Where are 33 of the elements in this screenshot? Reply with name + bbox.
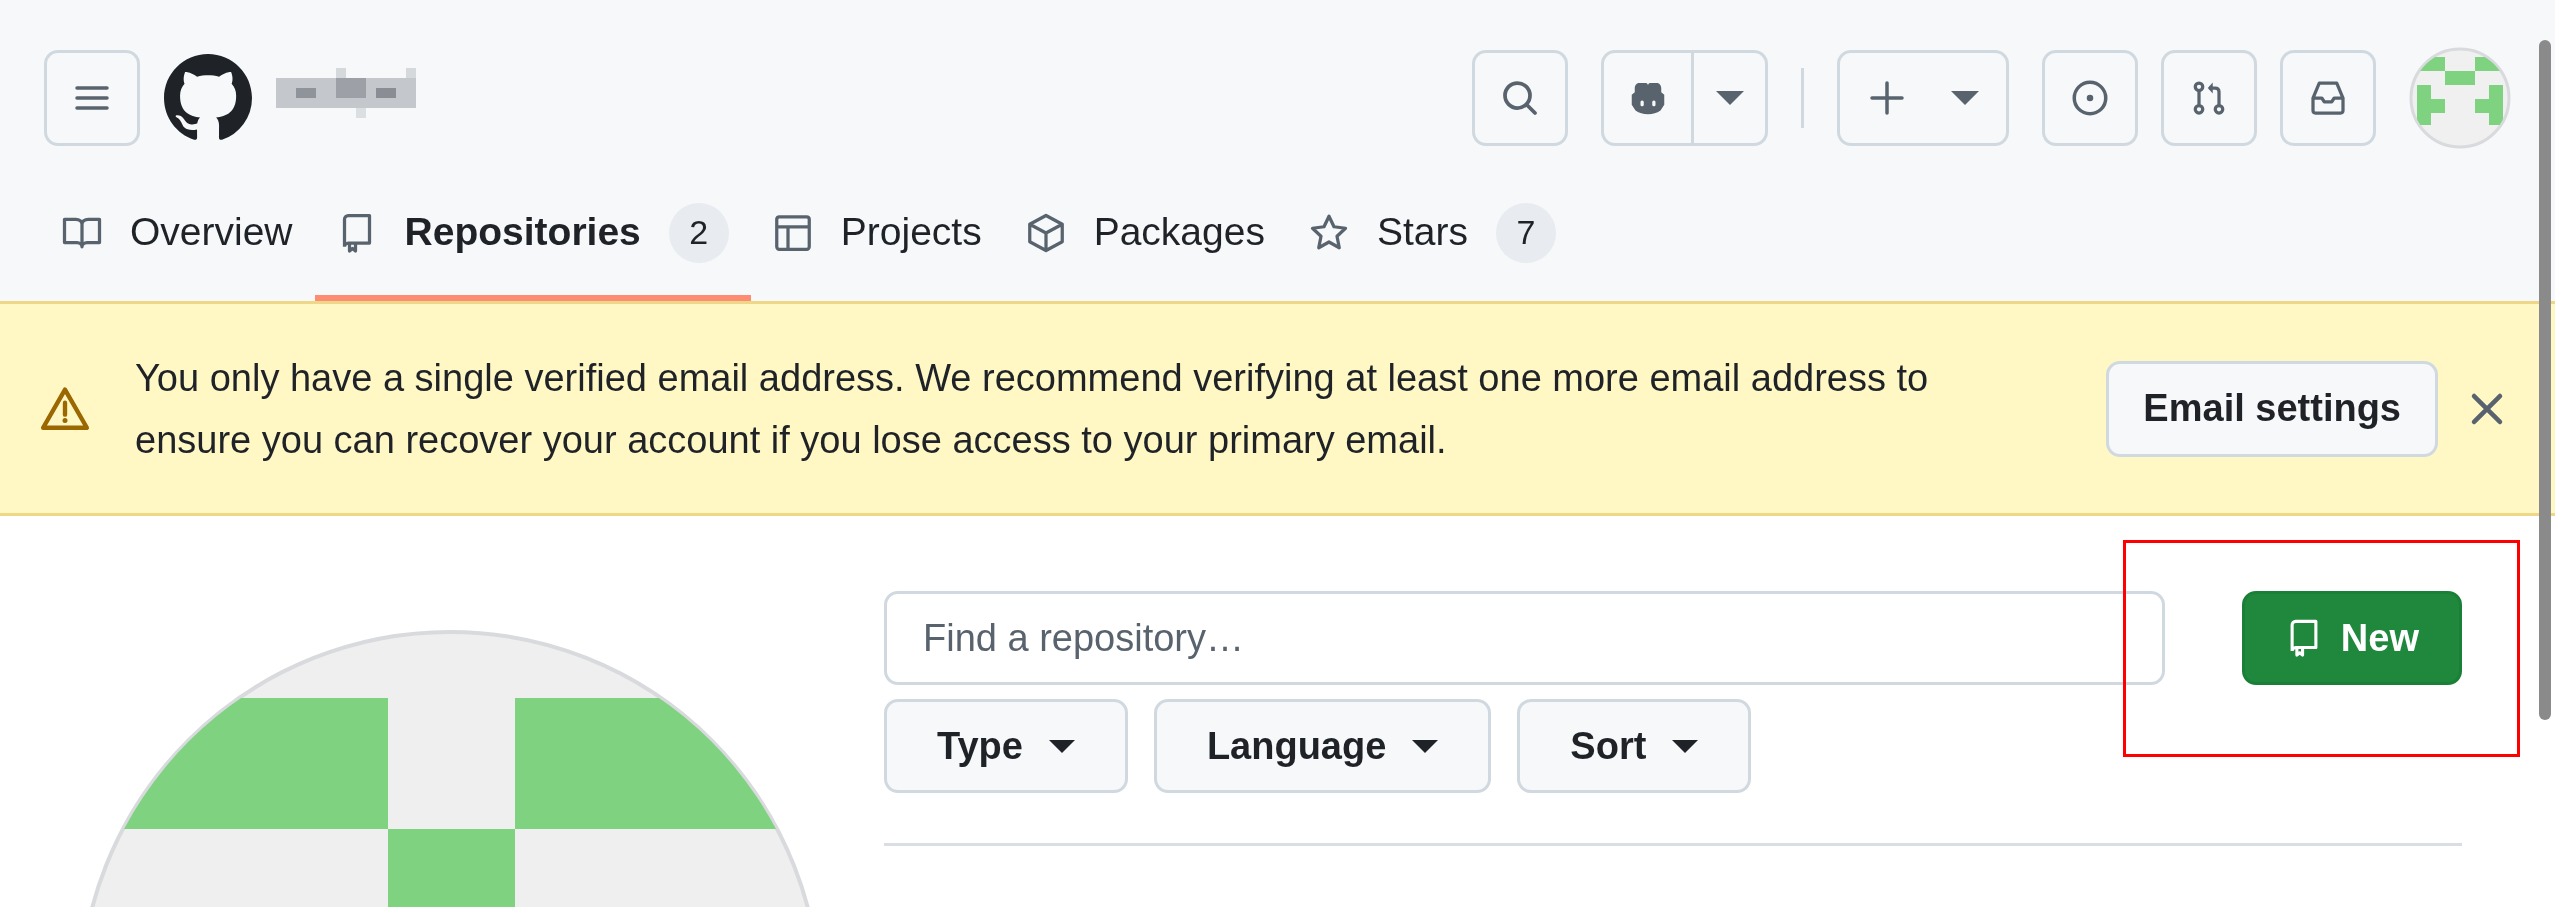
search-icon	[1500, 78, 1540, 118]
count-badge: 2	[668, 202, 729, 263]
search-button[interactable]	[1472, 50, 1568, 146]
caret-icon	[1412, 739, 1439, 753]
copilot-button[interactable]	[1601, 50, 1768, 146]
issues-button[interactable]	[2042, 50, 2138, 146]
caret-icon	[1951, 91, 1979, 105]
banner-message: You only have a single verified email address. We recommend verifying at least one more email address to ensure you can recover your account if you lose access to your primary email.	[135, 355, 1930, 463]
inbox-button[interactable]	[2280, 50, 2376, 146]
email-settings-button[interactable]: Email settings	[2106, 360, 2438, 457]
caret-icon	[1672, 739, 1699, 753]
tab[interactable]: Projects	[750, 170, 1004, 301]
search-field[interactable]: Find a repository…	[884, 591, 2165, 685]
tab[interactable]: Overview	[40, 170, 315, 301]
filter-dropdown[interactable]: Type	[884, 699, 1128, 793]
plus-icon	[1867, 78, 1907, 118]
caret-icon	[1715, 91, 1744, 105]
count-badge: 7	[1496, 202, 1556, 263]
filter-dropdown[interactable]: Sort	[1517, 699, 1752, 793]
package-icon	[1025, 212, 1066, 253]
create-new-button[interactable]	[1837, 50, 2009, 146]
scrollbar[interactable]	[2539, 40, 2551, 720]
caret-icon	[1048, 739, 1075, 753]
tab[interactable]: Stars 7	[1286, 170, 1578, 301]
github-logo-icon[interactable]	[164, 54, 252, 142]
tab[interactable]: Packages	[1003, 170, 1287, 301]
new-repository-button[interactable]: New	[2241, 591, 2462, 685]
table-icon	[772, 212, 813, 253]
inbox-icon	[2308, 78, 2348, 118]
pull-requests-button[interactable]	[2161, 50, 2257, 146]
filter-dropdown[interactable]: Language	[1153, 699, 1492, 793]
issue-circle-icon	[2070, 78, 2110, 118]
menu-button[interactable]	[44, 50, 140, 146]
